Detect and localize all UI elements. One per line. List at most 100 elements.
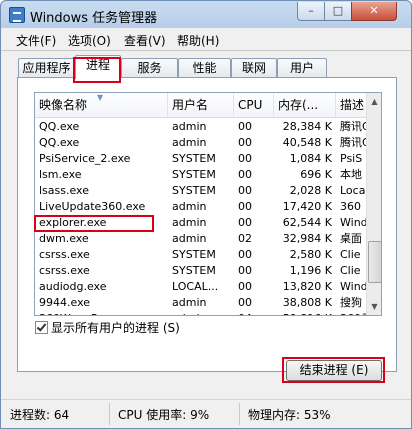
cell-memory: 62,544 K [282,216,332,229]
cell-cpu: 00 [238,120,252,133]
cell-cpu: 00 [238,200,252,213]
list-header: 映像名称 ▼ 用户名 CPU 内存(... 描述 [35,93,366,118]
cell-memory: 696 K [300,168,332,181]
process-list[interactable]: 映像名称 ▼ 用户名 CPU 内存(... 描述 QQ.exe admin 00 28… [34,92,382,316]
cell-user-name: SYSTEM [172,184,216,197]
cell-user-name: admin [172,200,207,213]
table-row[interactable]: PsiService_2.exe SYSTEM 00 1,084 K PsiS [35,151,366,167]
menu-file[interactable]: 文件(F) [16,32,56,49]
cell-description: Clie [340,264,361,277]
status-divider [239,403,240,425]
table-row[interactable]: lsm.exe SYSTEM 00 696 K 本地 [35,167,366,183]
tab-applications[interactable]: 应用程序 [18,58,75,78]
cell-cpu: 00 [238,184,252,197]
cell-memory: 1,196 K [289,264,332,277]
cell-image-name: lsm.exe [39,168,82,181]
table-row[interactable]: QQ.exe admin 00 28,384 K 腾讯QQ [35,119,366,135]
col-user-name[interactable]: 用户名 [168,93,234,117]
main-area: 应用程序 进程 服务 性能 联网 用户 映像名称 ▼ 用户名 CPU 内存(..… [1,51,411,399]
cell-cpu: 04 [234,311,274,315]
cell-user-name: SYSTEM [172,264,216,277]
cell-image-name: csrss.exe [39,248,90,261]
cell-memory: 59,816 K [274,311,336,315]
cell-description: PsiS [340,152,363,165]
cell-user-name: SYSTEM [172,152,216,165]
cell-memory: 17,420 K [282,200,332,213]
cell-cpu: 02 [238,232,252,245]
col-image-name[interactable]: 映像名称 ▼ [35,93,168,117]
table-row[interactable]: csrss.exe SYSTEM 00 2,580 K Clie [35,247,366,263]
cell-user-name: admin [172,120,207,133]
cell-description: 腾讯QQ [340,120,366,133]
cell-cpu: 00 [238,168,252,181]
cell-memory: 40,548 K [282,136,332,149]
highlight-end-process-button [282,357,385,383]
cell-image-name: 9944.exe [39,296,91,309]
tab-services[interactable]: 服务 [121,58,178,78]
highlight-explorer-row [34,215,154,232]
table-row[interactable]: audiodg.exe LOCAL... 00 13,820 K Windo [35,279,366,295]
menu-help[interactable]: 帮助(H) [177,32,219,49]
table-row[interactable]: lsass.exe SYSTEM 00 2,028 K Local [35,183,366,199]
table-row[interactable]: 9944.exe admin 00 38,808 K 搜狗 [35,295,366,311]
table-row[interactable]: csrss.exe SYSTEM 00 1,196 K Clie [35,263,366,279]
cell-image-name: QQ.exe [39,136,80,149]
table-row[interactable]: LiveUpdate360.exe admin 00 17,420 K 360 [35,199,366,215]
tab-performance[interactable]: 性能 [178,58,231,78]
cell-user-name: SYSTEM [172,168,216,181]
cell-description: 360云 [336,311,366,315]
status-cpu-usage: CPU 使用率: 9% [118,408,210,422]
title-bar[interactable]: Windows 任务管理器 – □ ✕ [1,1,411,28]
cell-memory: 32,984 K [282,232,332,245]
cell-description: Windo [340,280,366,293]
cell-cpu: 00 [238,152,252,165]
scroll-down-icon[interactable]: ▼ [368,299,381,314]
col-description[interactable]: 描述 [336,93,366,117]
menu-options[interactable]: 选项(O) [68,32,111,49]
cell-cpu: 00 [238,264,252,277]
status-divider [109,403,110,425]
cell-image-name: lsass.exe [39,184,89,197]
cell-description: Local [340,184,366,197]
show-all-users-checkbox[interactable] [35,321,48,334]
scroll-thumb[interactable] [368,241,381,283]
scroll-up-icon[interactable]: ▲ [368,94,381,109]
cell-memory: 1,084 K [289,152,332,165]
cell-image-name: 360WangPan.exe [35,311,168,315]
cell-user-name: admin [168,311,234,315]
task-manager-window: Windows 任务管理器 – □ ✕ 文件(F) 选项(O) 查看(V) 帮助… [0,0,412,429]
highlight-processes-tab [73,57,121,83]
table-row[interactable]: dwm.exe admin 02 32,984 K 桌面 [35,231,366,247]
cell-memory: 2,580 K [289,248,332,261]
cell-cpu: 00 [238,248,252,261]
cell-description: Windo [340,216,366,229]
cell-image-name: dwm.exe [39,232,89,245]
cell-user-name: admin [172,232,207,245]
cell-image-name: audiodg.exe [39,280,107,293]
cell-description: 腾讯QQ [340,136,366,149]
maximize-button[interactable]: □ [324,2,352,21]
vertical-scrollbar[interactable]: ▲ ▼ [366,93,381,315]
status-process-count: 进程数: 64 [10,408,70,422]
col-cpu[interactable]: CPU [234,93,274,117]
cell-cpu: 00 [238,216,252,229]
status-physical-memory: 物理内存: 53% [248,408,331,422]
show-all-users-label: 显示所有用户的进程 (S) [51,321,180,335]
cell-image-name: PsiService_2.exe [39,152,131,165]
cell-cpu: 00 [238,296,252,309]
close-button[interactable]: ✕ [351,2,397,21]
tab-users[interactable]: 用户 [277,58,327,78]
minimize-button[interactable]: – [297,2,325,21]
col-memory[interactable]: 内存(... [274,93,336,117]
table-row[interactable]: QQ.exe admin 00 40,548 K 腾讯QQ [35,135,366,151]
cell-memory: 28,384 K [282,120,332,133]
cell-memory: 2,028 K [289,184,332,197]
menu-view[interactable]: 查看(V) [124,32,166,49]
cell-cpu: 00 [238,280,252,293]
cell-description: 360 [340,200,361,213]
table-row[interactable]: 360WangPan.exeadmin0459,816 K360云 [35,311,366,315]
tab-networking[interactable]: 联网 [231,58,277,78]
cell-image-name: QQ.exe [39,120,80,133]
menu-bar: 文件(F) 选项(O) 查看(V) 帮助(H) [1,28,411,51]
cell-memory: 38,808 K [282,296,332,309]
